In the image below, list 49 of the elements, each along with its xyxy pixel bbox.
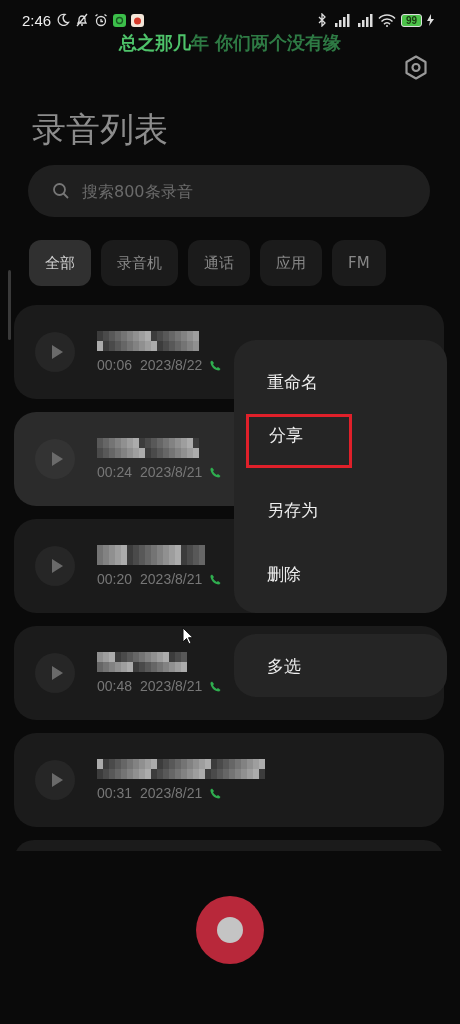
menu-item[interactable]: 分享 <box>246 414 352 468</box>
menu-item[interactable]: 多选 <box>234 633 301 698</box>
lyric-sung-text: 总之那几 <box>118 32 191 53</box>
recording-date: 2023/8/22 <box>140 357 203 373</box>
filter-tab[interactable]: 应用 <box>260 240 322 286</box>
recording-duration: 00:20 <box>97 571 133 587</box>
play-icon <box>50 773 63 787</box>
recording-date: 2023/8/21 <box>140 571 203 587</box>
play-button[interactable] <box>35 439 75 479</box>
filter-tab[interactable]: 全部 <box>29 240 91 286</box>
filter-tab[interactable]: FM <box>332 240 386 286</box>
recording-date: 2023/8/21 <box>140 464 203 480</box>
recording-duration: 00:06 <box>97 357 133 373</box>
search-field[interactable]: 搜索800条录音 <box>28 165 430 217</box>
mouse-pointer-icon <box>182 627 194 645</box>
play-icon <box>50 666 63 680</box>
play-icon <box>50 452 63 466</box>
recording-duration: 00:31 <box>97 785 133 801</box>
filter-tab[interactable]: 录音机 <box>101 240 178 286</box>
recording-card[interactable]: 00:31 2023/8/21 <box>14 733 444 827</box>
moon-icon <box>56 13 71 27</box>
bell-off-icon <box>75 13 90 27</box>
alarm-icon <box>94 13 109 27</box>
play-button[interactable] <box>35 546 75 586</box>
wifi-icon <box>377 13 396 27</box>
menu-item[interactable]: 删除 <box>234 542 447 606</box>
settings-icon[interactable] <box>404 55 428 81</box>
phone-icon <box>210 680 222 692</box>
phone-icon <box>210 573 222 585</box>
recording-duration: 00:24 <box>97 464 133 480</box>
status-time: 2:46 <box>22 11 52 29</box>
recording-date: 2023/8/21 <box>140 678 203 694</box>
play-button[interactable] <box>35 332 75 372</box>
play-icon <box>50 345 63 359</box>
play-button[interactable] <box>35 653 75 693</box>
phone-icon <box>210 787 222 799</box>
battery-level: 99 <box>400 13 422 27</box>
recording-date: 2023/8/21 <box>140 785 203 801</box>
recording-duration: 00:48 <box>97 678 133 694</box>
lyric-text: 年 你们两个没有缘 <box>190 32 342 53</box>
app-notification-icon <box>113 13 127 27</box>
play-button[interactable] <box>35 760 75 800</box>
page-title: 录音列表 <box>32 108 169 151</box>
charging-icon <box>427 14 434 26</box>
phone-icon <box>210 359 222 371</box>
filter-tab[interactable]: 通话 <box>188 240 250 286</box>
bluetooth-icon <box>316 13 327 27</box>
play-icon <box>50 559 63 573</box>
phone-icon <box>210 466 222 478</box>
